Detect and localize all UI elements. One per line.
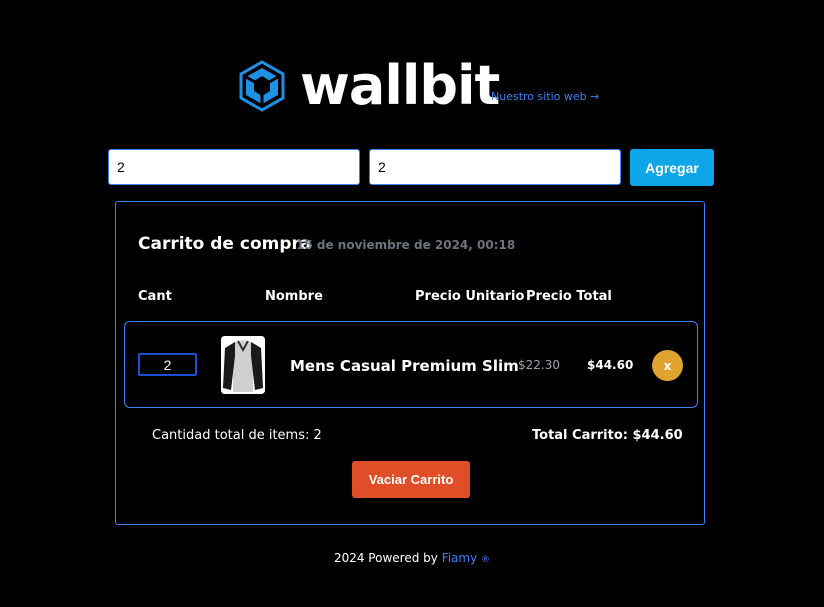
product-id-input[interactable] [108, 149, 360, 185]
shirt-image [221, 336, 265, 394]
footer-link[interactable]: Fiamy [442, 551, 478, 565]
item-unit-price: $22.30 [518, 358, 560, 372]
site-link[interactable]: Nuestro sitio web → [491, 90, 599, 103]
item-qty-input[interactable] [138, 353, 197, 376]
item-total-price: $44.60 [587, 358, 634, 372]
quantity-input[interactable] [369, 149, 621, 185]
remove-item-button[interactable]: x [652, 350, 683, 381]
header-qty: Cant [138, 289, 172, 304]
wallbit-logo-icon [239, 60, 285, 112]
header-total-price: Precio Total [526, 289, 612, 304]
add-button[interactable]: Agregar [630, 149, 714, 186]
header-name: Nombre [265, 289, 323, 304]
cart-total: Total Carrito: $44.60 [532, 428, 683, 443]
brand-name: wallbit [300, 54, 500, 117]
product-thumbnail [221, 336, 265, 394]
header-unit-price: Precio Unitario [415, 289, 525, 304]
brand-logo: wallbit [238, 54, 500, 117]
cart-title: Carrito de compra [138, 234, 312, 254]
empty-cart-button[interactable]: Vaciar Carrito [352, 461, 470, 498]
item-count: Cantidad total de items: 2 [152, 428, 322, 443]
footer-text: 2024 Powered by [333, 551, 438, 565]
item-name: Mens Casual Premium Slim [290, 357, 519, 375]
footer-registered-mark: ® [481, 555, 491, 565]
footer: 2024 Powered by Fiamy ® [0, 551, 824, 565]
cart-date: 15 de noviembre de 2024, 00:18 [296, 238, 516, 252]
